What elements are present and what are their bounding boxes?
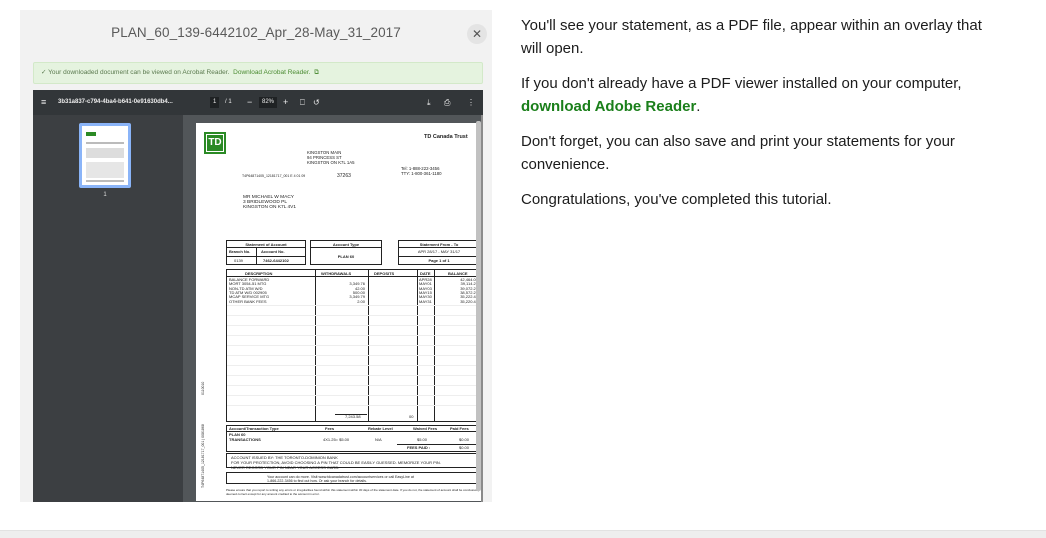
scrollbar-thumb[interactable]: [476, 121, 481, 491]
page-total: / 1: [225, 99, 232, 105]
branch-address: KINGSTON MAIN 94 PRINCESS ST KINGSTON ON…: [307, 150, 355, 166]
check-icon: ✓: [41, 69, 47, 76]
account-code: 37263: [337, 173, 351, 179]
modal-title: PLAN_60_139-6442102_Apr_28-May_31_2017: [111, 25, 401, 40]
deposits-total: 00: [409, 414, 414, 419]
td-logo: TD: [204, 132, 226, 154]
print-icon[interactable]: ⎙: [444, 90, 450, 115]
instruction-complete: Congratulations, you've completed this t…: [521, 191, 832, 208]
scrollbar-track[interactable]: [481, 115, 483, 502]
tutorial-instructions: You'll see your statement, as a PDF file…: [521, 14, 991, 223]
side-code-2: T4P64871405_12181717_001 | 0081868: [201, 424, 205, 488]
table-cell: 35,220.42: [460, 298, 478, 304]
account-notice: ACCOUNT ISSUED BY: THE TORONTO-DOMINION …: [226, 453, 479, 469]
download-icon[interactable]: ⤓: [427, 90, 431, 115]
acrobat-notice: ✓ Your downloaded document can be viewed…: [33, 62, 483, 84]
zoom-out-icon[interactable]: −: [247, 90, 252, 115]
instruction-save-print: Don't forget, you can also save and prin…: [521, 133, 955, 173]
barcode-line: T4P64871405_12181717_001 E 4 01 09: [242, 174, 306, 178]
page-number-input[interactable]: 1: [210, 97, 220, 108]
thumbnail-page-label: 1: [103, 192, 107, 198]
fit-page-icon[interactable]: ⎕: [300, 90, 305, 115]
page-thumbnail[interactable]: [79, 123, 131, 188]
fees-table: Account/Transaction Type Fees Rebate Lev…: [226, 425, 479, 452]
document-name: 3b31a837-c794-4ba4-b641-0e91630db4...: [58, 99, 173, 105]
branch-tty: TTY: 1-800-361-1180: [401, 171, 442, 176]
transactions-table: DESCRIPTION WITHDRAWALS DEPOSITS DATE BA…: [226, 269, 479, 422]
customer-address: MR MICHAEL W MACY 3 BRIDLEWOOD PL KINGST…: [243, 195, 297, 211]
table-row: OTHER BANK FEES 2.00 MAY31 35,220.42: [227, 298, 478, 305]
instruction-pdf-viewer: If you don't already have a PDF viewer i…: [521, 75, 962, 115]
statement-modal: PLAN_60_139-6442102_Apr_28-May_31_2017 ✕…: [20, 10, 492, 502]
statement-period-box: Statement From - To APR 28/17 - MAY 31/1…: [398, 240, 480, 265]
statement-of-account-box: Statement of Account Branch No. Account …: [226, 240, 306, 265]
instruction-overlay: You'll see your statement, as a PDF file…: [521, 17, 982, 57]
rotate-icon[interactable]: ↺: [313, 90, 320, 115]
side-code: 0110010: [201, 381, 205, 395]
external-link-icon[interactable]: ⧉: [314, 69, 319, 76]
table-cell: MAY31: [419, 298, 432, 304]
zoom-in-icon[interactable]: +: [283, 90, 288, 115]
bank-brand: TD Canada Trust: [424, 134, 468, 140]
menu-icon[interactable]: ≡: [41, 90, 46, 115]
account-type-box: Account Type PLAN 60: [310, 240, 382, 265]
download-adobe-reader-link[interactable]: download Adobe Reader: [521, 98, 696, 115]
table-cell: OTHER BANK FEES: [229, 298, 267, 304]
bottom-bar: [0, 530, 1046, 538]
pdf-viewer: ≡ 3b31a837-c794-4ba4-b641-0e91630db4... …: [33, 90, 483, 502]
table-cell: 2.00: [357, 298, 365, 304]
notice-text: Your downloaded document can be viewed o…: [48, 69, 230, 76]
more-options-icon[interactable]: ⋮: [467, 90, 475, 115]
zoom-level-input[interactable]: 82%: [259, 97, 278, 108]
download-acrobat-link[interactable]: Download Acrobat Reader.: [233, 69, 310, 76]
transactions-header: DESCRIPTION WITHDRAWALS DEPOSITS DATE BA…: [227, 270, 478, 277]
close-icon[interactable]: ✕: [467, 24, 487, 44]
pdf-page: TD TD Canada Trust KINGSTON MAIN 94 PRIN…: [196, 123, 483, 501]
withdrawals-total: 7,243.58: [345, 414, 361, 419]
account-services-box: Your account can do more. Visit www.tdca…: [226, 472, 479, 484]
pdf-toolbar: ≡ 3b31a837-c794-4ba4-b641-0e91630db4... …: [33, 90, 483, 115]
thumbnail-sidebar: 1: [33, 115, 183, 502]
statement-footnote: Please ensure that you report to writing…: [226, 488, 480, 496]
